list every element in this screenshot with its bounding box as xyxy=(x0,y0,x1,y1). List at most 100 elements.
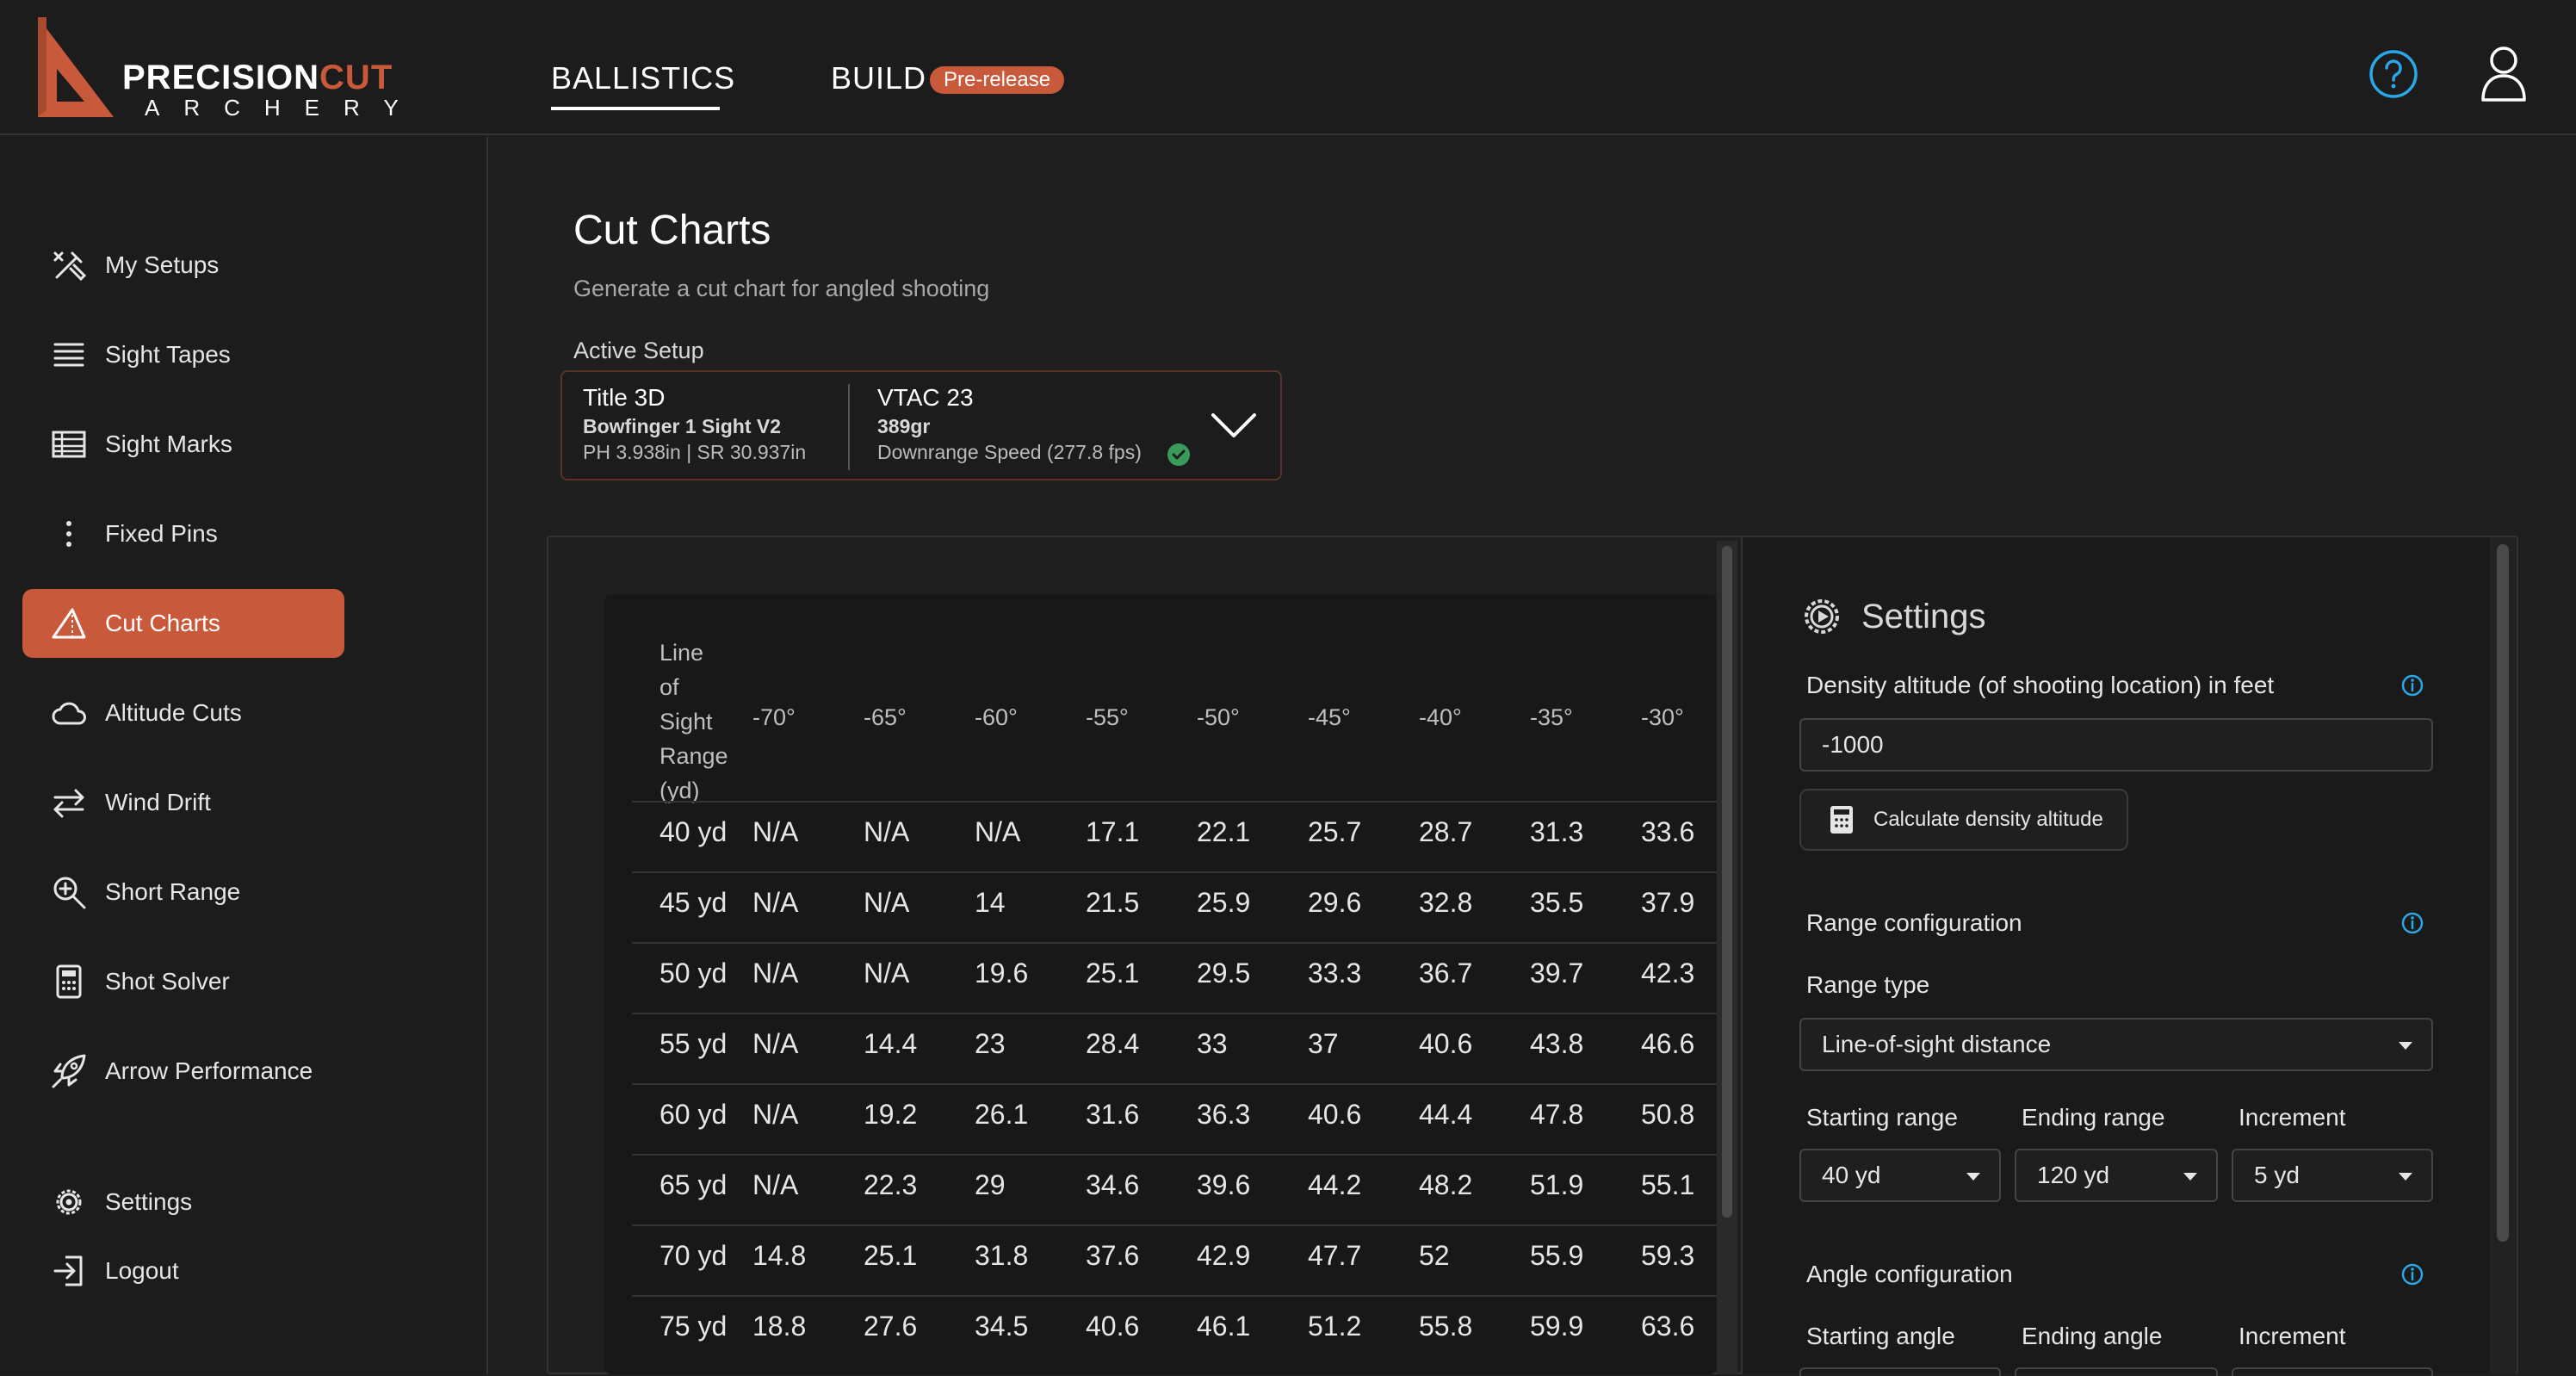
info-icon[interactable] xyxy=(2400,1262,2424,1286)
settings-scroll-thumb[interactable] xyxy=(2497,544,2509,1242)
cut-chart-table[interactable]: Line of Sight Range (yd) -70° -65° -60° -55° -50°… xyxy=(604,594,1717,1374)
logo-wordmark: PRECISIONCUT xyxy=(122,59,393,97)
header-angle[interactable]: -35° xyxy=(1530,704,1573,731)
table-cell: 40.6 xyxy=(1308,1099,1362,1130)
table-cell: 14.8 xyxy=(752,1240,807,1271)
starting-angle-select[interactable] xyxy=(1799,1367,2001,1376)
table-cell: 33.3 xyxy=(1308,958,1362,989)
starting-range-select[interactable]: 40 yd xyxy=(1799,1149,2001,1202)
range-increment-select[interactable]: 5 yd xyxy=(2232,1149,2433,1202)
header-angle[interactable]: -60° xyxy=(975,704,1018,731)
info-icon[interactable] xyxy=(2400,911,2424,935)
settings-scrollbar[interactable] xyxy=(2490,537,2516,1374)
settings-panel xyxy=(1741,537,2490,1374)
table-cell: 59.9 xyxy=(1530,1311,1584,1342)
table-scrollbar[interactable] xyxy=(1717,541,1737,1374)
sidebar-item-short-range[interactable]: Short Range xyxy=(22,858,344,927)
header-angle[interactable]: -65° xyxy=(864,704,907,731)
top-header: PRECISIONCUT ARCHERY BALLISTICS BUILD Pr… xyxy=(0,0,2576,135)
angle-increment-label: Increment xyxy=(2239,1323,2346,1349)
table-cell: N/A xyxy=(752,1099,799,1130)
sidebar-settings[interactable]: Settings xyxy=(22,1168,344,1237)
header-angle[interactable]: -45° xyxy=(1308,704,1351,731)
table-cell: 36.7 xyxy=(1419,958,1473,989)
sidebar-item-label: Fixed Pins xyxy=(105,520,218,547)
sidebar-item-arrow-performance[interactable]: Arrow Performance xyxy=(22,1037,344,1106)
sidebar-item-label: Altitude Cuts xyxy=(105,699,242,726)
check-icon xyxy=(1167,443,1190,466)
lines-icon xyxy=(50,336,88,374)
range-type-select[interactable]: Line-of-sight distance xyxy=(1799,1018,2433,1071)
triangle-icon xyxy=(50,604,88,642)
header-angle[interactable]: -30° xyxy=(1641,704,1684,731)
page-title: Cut Charts xyxy=(573,208,771,253)
sidebar-item-sight-marks[interactable]: Sight Marks xyxy=(22,410,344,479)
table-cell: 19.2 xyxy=(864,1099,918,1130)
header-angle[interactable]: -55° xyxy=(1086,704,1129,731)
table-row-divider xyxy=(632,1295,1717,1297)
table-cell: 51.9 xyxy=(1530,1169,1584,1200)
header-angle[interactable]: -40° xyxy=(1419,704,1462,731)
info-icon[interactable] xyxy=(2400,673,2424,697)
calculator-icon xyxy=(50,963,88,1001)
user-icon[interactable] xyxy=(2480,43,2528,103)
sidebar-item-altitude-cuts[interactable]: Altitude Cuts xyxy=(22,679,344,747)
bow-title: Title 3D xyxy=(583,384,666,411)
tools-icon xyxy=(50,246,88,284)
table-cell: 59.3 xyxy=(1641,1240,1695,1271)
table-row-divider xyxy=(632,871,1717,873)
table-row-range: 40 yd xyxy=(659,816,728,847)
table-cell: 44.2 xyxy=(1308,1169,1362,1200)
angle-increment-select[interactable] xyxy=(2232,1367,2433,1376)
density-altitude-input[interactable]: -1000 xyxy=(1799,718,2433,772)
logo-word-cut: CUT xyxy=(319,59,393,96)
sidebar-logout[interactable]: Logout xyxy=(22,1237,344,1305)
table-cell: 17.1 xyxy=(1086,816,1140,847)
logout-icon xyxy=(50,1252,88,1290)
help-icon[interactable] xyxy=(2368,48,2419,100)
table-cell: 44.4 xyxy=(1419,1099,1473,1130)
page-subtitle: Generate a cut chart for angled shooting xyxy=(573,276,990,301)
calculate-density-altitude-button[interactable]: Calculate density altitude xyxy=(1799,789,2128,851)
sidebar-item-label: Shot Solver xyxy=(105,968,230,995)
table-cell: 33.6 xyxy=(1641,816,1695,847)
nav-build[interactable]: BUILD xyxy=(831,60,926,96)
table-cell: 36.3 xyxy=(1197,1099,1251,1130)
bow-dims: PH 3.938in | SR 30.937in xyxy=(583,441,807,463)
rocket-icon xyxy=(50,1052,88,1090)
table-cell: 25.1 xyxy=(864,1240,918,1271)
header-angle[interactable]: -70° xyxy=(752,704,796,731)
dropdown-caret-icon xyxy=(2399,1173,2412,1181)
table-cell: 19.6 xyxy=(975,958,1029,989)
calculator-icon xyxy=(1830,806,1853,834)
nav-ballistics[interactable]: BALLISTICS xyxy=(551,60,735,96)
ending-angle-select[interactable] xyxy=(2015,1367,2218,1376)
settings-gear-icon xyxy=(1805,599,1839,634)
table-cell: 46.1 xyxy=(1197,1311,1251,1342)
sidebar-item-wind-drift[interactable]: Wind Drift xyxy=(22,768,344,837)
table-cell: N/A xyxy=(752,1028,799,1059)
sidebar-item-my-setups[interactable]: My Setups xyxy=(22,231,344,300)
header-word: Line xyxy=(659,640,704,666)
table-row-divider xyxy=(632,801,1717,803)
table-cell: 29.5 xyxy=(1197,958,1251,989)
ending-range-select[interactable]: 120 yd xyxy=(2015,1149,2218,1202)
density-altitude-label: Density altitude (of shooting location) … xyxy=(1806,672,2275,698)
table-scroll-thumb[interactable] xyxy=(1722,546,1732,1218)
range-type-label: Range type xyxy=(1806,971,1930,998)
sidebar-item-cut-charts[interactable]: Cut Charts xyxy=(22,589,344,658)
sidebar-item-label: Cut Charts xyxy=(105,610,220,636)
sidebar-item-shot-solver[interactable]: Shot Solver xyxy=(22,947,344,1016)
table-cell: 33 xyxy=(1197,1028,1228,1059)
logo[interactable]: PRECISIONCUT ARCHERY xyxy=(34,15,448,122)
sidebar-item-fixed-pins[interactable]: Fixed Pins xyxy=(22,499,344,568)
ending-range-value: 120 yd xyxy=(2037,1162,2110,1188)
active-setup-selector[interactable]: Title 3D Bowfinger 1 Sight V2 PH 3.938in… xyxy=(560,370,1282,480)
sidebar-item-sight-tapes[interactable]: Sight Tapes xyxy=(22,320,344,389)
table-cell: 29 xyxy=(975,1169,1006,1200)
header-angle[interactable]: -50° xyxy=(1197,704,1240,731)
chevron-down-icon[interactable] xyxy=(1210,408,1258,443)
table-cell: 34.5 xyxy=(975,1311,1029,1342)
nav-active-underline xyxy=(551,107,720,110)
table-row-divider xyxy=(632,1013,1717,1014)
